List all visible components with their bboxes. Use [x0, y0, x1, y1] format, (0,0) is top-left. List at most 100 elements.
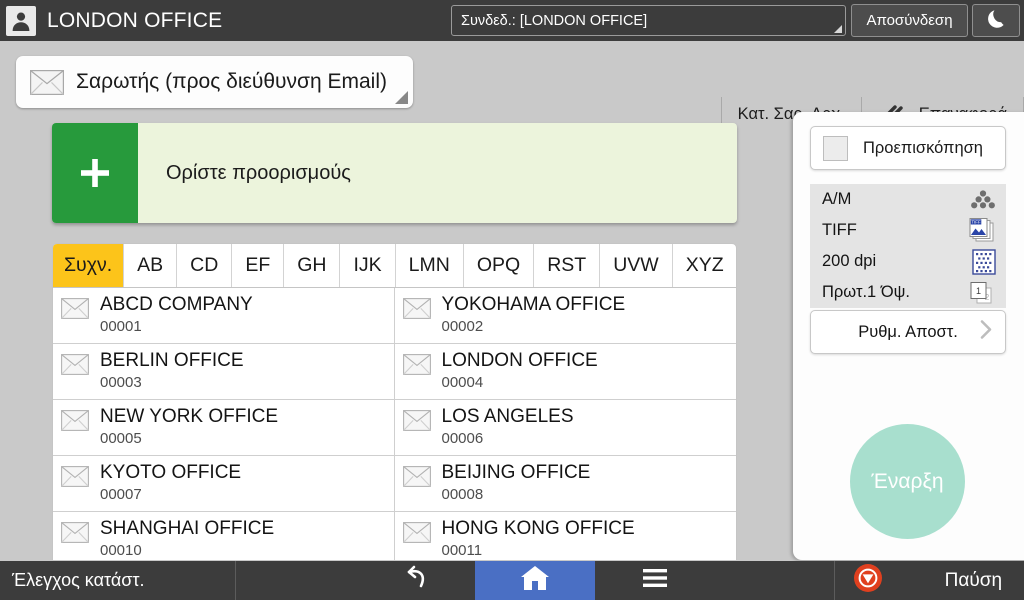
address-tab-label: OPQ [476, 254, 521, 276]
address-item-text: LONDON OFFICE 00004 [442, 350, 598, 393]
home-icon [519, 564, 551, 597]
address-list[interactable]: ABCD COMPANY 00001 YOKOHAMA OFFICE 00002 BER… [52, 288, 737, 560]
address-tab-9[interactable]: UVW [600, 244, 673, 287]
bottom-bar: Έλεγχος κατάστ. Παύση [0, 561, 1024, 600]
address-tab-7[interactable]: OPQ [464, 244, 535, 287]
address-tab-bar: Συχν. AB CD EF GH IJK LMN OPQ RST UVW XYZ [52, 243, 737, 288]
start-button[interactable]: Έναρξη [850, 424, 965, 539]
dropdown-corner-icon [834, 25, 842, 33]
address-tab-4[interactable]: GH [284, 244, 341, 287]
envelope-icon [402, 298, 431, 324]
scanner-mode-select[interactable]: Σαρωτής (προς διεύθυνση Email) [16, 56, 413, 108]
address-tab-2[interactable]: CD [177, 244, 233, 287]
set-destinations-label: Ορίστε προορισμούς [166, 161, 351, 184]
back-button[interactable] [355, 561, 475, 600]
scan-setting-row[interactable]: 200 dpi [810, 246, 1006, 277]
address-list-item[interactable]: YOKOHAMA OFFICE 00002 [394, 288, 736, 344]
login-status-text: Συνδεδ.: [LONDON OFFICE] [461, 12, 648, 29]
pause-button[interactable]: Παύση [833, 561, 1024, 600]
address-tab-label: XYZ [685, 254, 724, 276]
address-tab-3[interactable]: EF [232, 244, 285, 287]
address-list-item[interactable]: ABCD COMPANY 00001 [53, 288, 395, 344]
preview-label: Προεπισκόπηση [863, 138, 983, 157]
address-item-number: 00003 [100, 374, 142, 391]
address-tab-label: IJK [353, 254, 382, 276]
address-item-text: BEIJING OFFICE 00008 [442, 462, 591, 505]
user-name: LONDON OFFICE [47, 8, 223, 32]
envelope-icon [61, 354, 89, 380]
scan-setting-row[interactable]: A/M [810, 184, 1006, 215]
home-button[interactable] [474, 561, 595, 600]
scanner-mode-label: Σαρωτής (προς διεύθυνση Email) [76, 70, 388, 93]
add-destination-button[interactable] [52, 123, 138, 223]
address-item-text: KYOTO OFFICE 00007 [100, 462, 241, 505]
envelope-icon [61, 522, 89, 548]
scan-setting-row[interactable]: Πρωτ.1 Όψ. 2 1 [810, 277, 1006, 308]
envelope-icon [61, 298, 89, 324]
address-item-name: LONDON OFFICE [441, 350, 598, 371]
envelope-icon [402, 466, 431, 492]
envelope-icon [402, 522, 431, 548]
chevron-down-icon [395, 91, 408, 104]
envelope-icon [61, 466, 89, 492]
scan-setting-row[interactable]: TIFF TIFF [810, 215, 1006, 246]
address-item-number: 00005 [100, 430, 142, 447]
back-arrow-icon [400, 565, 430, 596]
address-list-item[interactable]: SHANGHAI OFFICE 00010 [53, 512, 395, 560]
address-tab-label: CD [190, 254, 219, 276]
send-settings-button[interactable]: Ρυθμ. Αποστ. [810, 310, 1006, 354]
check-status-button[interactable]: Έλεγχος κατάστ. [0, 561, 236, 600]
address-list-item[interactable]: HONG KONG OFFICE 00011 [395, 512, 737, 560]
address-list-item[interactable]: LONDON OFFICE 00004 [394, 344, 736, 400]
preview-button[interactable]: Προεπισκόπηση [810, 126, 1006, 170]
send-settings-label: Ρυθμ. Αποστ. [858, 322, 958, 341]
scanner-screen: LONDON OFFICE Συνδεδ.: [LONDON OFFICE] Α… [0, 0, 1024, 600]
menu-button[interactable] [595, 561, 715, 600]
address-item-text: NEW YORK OFFICE 00005 [100, 406, 278, 449]
address-item-name: LOS ANGELES [441, 406, 574, 427]
resolution-grid-icon [972, 248, 996, 275]
address-item-text: LOS ANGELES 00006 [442, 406, 574, 449]
scan-settings-summary: A/M TIFF TIFF 200 dpi Πρωτ.1 Όψ. 2 1 [810, 184, 1006, 308]
address-item-text: ABCD COMPANY 00001 [100, 294, 253, 337]
pause-label: Παύση [944, 569, 1003, 591]
address-list-item[interactable]: KYOTO OFFICE 00007 [53, 456, 395, 512]
person-icon [6, 5, 36, 36]
envelope-icon [30, 69, 64, 95]
check-status-label: Έλεγχος κατάστ. [12, 570, 145, 590]
address-item-number: 00001 [100, 318, 142, 335]
user-chip[interactable]: LONDON OFFICE [0, 5, 223, 36]
address-tab-10[interactable]: XYZ [673, 244, 736, 287]
address-item-number: 00007 [100, 486, 142, 503]
address-list-item[interactable]: NEW YORK OFFICE 00005 [53, 400, 395, 456]
address-item-number: 00004 [441, 374, 484, 391]
address-tab-label: AB [137, 254, 164, 276]
address-item-number: 00010 [100, 542, 142, 559]
address-item-text: SHANGHAI OFFICE 00010 [100, 518, 274, 560]
scan-setting-label: TIFF [822, 221, 857, 239]
address-tab-label: RST [547, 254, 587, 276]
address-tab-8[interactable]: RST [534, 244, 601, 287]
address-item-name: HONG KONG OFFICE [441, 518, 635, 539]
address-list-item[interactable]: BERLIN OFFICE 00003 [53, 344, 395, 400]
set-destinations-bar[interactable]: Ορίστε προορισμούς [52, 123, 737, 223]
tiff-file-icon: TIFF [968, 217, 996, 244]
login-status-field[interactable]: Συνδεδ.: [LONDON OFFICE] [451, 5, 846, 36]
address-tab-6[interactable]: LMN [396, 244, 464, 287]
address-list-item[interactable]: LOS ANGELES 00006 [394, 400, 736, 456]
address-item-text: HONG KONG OFFICE 00011 [442, 518, 635, 560]
halftone-dots-icon [970, 189, 996, 211]
scan-setting-label: A/M [822, 190, 852, 208]
sleep-mode-button[interactable] [972, 4, 1020, 37]
moon-icon [986, 8, 1007, 34]
address-tab-0[interactable]: Συχν. [53, 244, 125, 287]
address-item-name: NEW YORK OFFICE [100, 406, 279, 427]
right-settings-panel: Προεπισκόπηση A/M TIFF TIFF 200 dpi Πρωτ.1 Ό… [793, 112, 1024, 560]
address-tab-1[interactable]: AB [124, 244, 178, 287]
address-tab-5[interactable]: IJK [340, 244, 396, 287]
checkbox-unchecked-icon[interactable] [823, 135, 848, 161]
logout-button[interactable]: Αποσύνδεση [851, 4, 968, 37]
address-list-item[interactable]: BEIJING OFFICE 00008 [394, 456, 736, 512]
address-item-name: YOKOHAMA OFFICE [441, 294, 626, 315]
scan-setting-label: Πρωτ.1 Όψ. [822, 283, 910, 301]
